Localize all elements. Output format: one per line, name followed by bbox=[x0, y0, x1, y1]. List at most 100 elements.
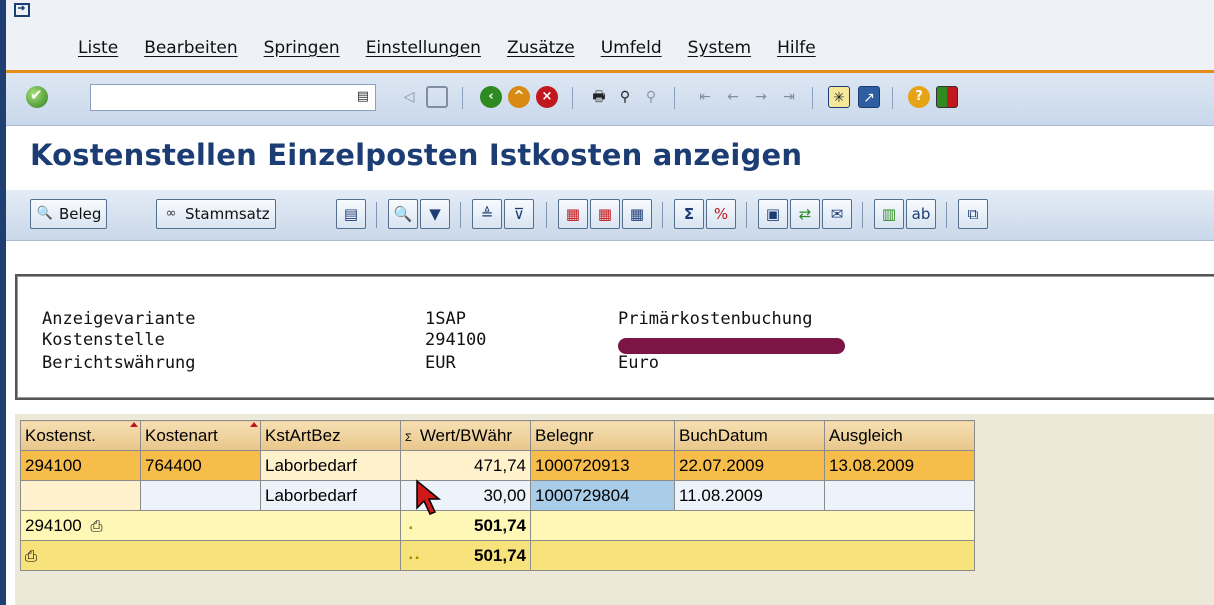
menu-system[interactable]: System bbox=[688, 38, 751, 58]
menu-umfeld[interactable]: Umfeld bbox=[601, 38, 662, 58]
cell-kostenart[interactable] bbox=[140, 480, 261, 511]
header-code-currency: EUR bbox=[425, 353, 456, 373]
sum-marker: Σ bbox=[405, 431, 412, 444]
column-header-ausgleich[interactable]: Ausgleich bbox=[824, 420, 975, 451]
cell-belegnr[interactable]: 1000729804 bbox=[530, 480, 675, 511]
magnifier-icon: 🔍 bbox=[36, 206, 54, 221]
save-layout-icon[interactable]: ▦ bbox=[622, 199, 652, 229]
word-processor-icon[interactable]: ab bbox=[906, 199, 936, 229]
table-row[interactable]: Laborbedarf 30,00 1000729804 11.08.2009 bbox=[20, 480, 975, 511]
cell-kstartbez[interactable]: Laborbedarf bbox=[260, 450, 401, 481]
choose-icon[interactable]: 🔍 bbox=[388, 199, 418, 229]
cell-kostenart[interactable]: 764400 bbox=[140, 450, 261, 481]
layout-icon[interactable] bbox=[936, 86, 958, 108]
beleg-label: Beleg bbox=[59, 205, 102, 223]
history-icon[interactable]: ▤ bbox=[357, 89, 369, 104]
last-page-icon[interactable]: ⇥ bbox=[778, 86, 800, 108]
save-icon[interactable] bbox=[426, 86, 448, 108]
enter-icon[interactable] bbox=[26, 86, 48, 108]
cell-kostenst[interactable]: 294100 bbox=[20, 450, 141, 481]
total-label-cell[interactable]: ⎙ bbox=[20, 540, 401, 571]
column-header-kostenart[interactable]: Kostenart bbox=[140, 420, 261, 451]
command-field[interactable]: ▤ bbox=[90, 84, 376, 111]
column-header-buchdatum[interactable]: BuchDatum bbox=[674, 420, 825, 451]
menu-icon[interactable] bbox=[14, 2, 30, 18]
column-header-kstartbez[interactable]: KstArtBez bbox=[260, 420, 401, 451]
menu-bar: Liste Bearbeiten Springen Einstellungen … bbox=[6, 0, 1214, 72]
subtotal-empty-cell bbox=[530, 510, 975, 541]
menu-bearbeiten[interactable]: Bearbeiten bbox=[144, 38, 237, 58]
shortcut-icon[interactable]: ↗ bbox=[858, 86, 880, 108]
stammsatz-label: Stammsatz bbox=[185, 205, 270, 223]
subtotal-value: 501,74 bbox=[474, 515, 526, 535]
cell-kostenst[interactable] bbox=[20, 480, 141, 511]
subtotal-icon[interactable]: % bbox=[706, 199, 736, 229]
menu-liste[interactable]: Liste bbox=[78, 38, 118, 58]
toolbar-separator bbox=[572, 87, 573, 109]
column-header-kostenst[interactable]: Kostenst. bbox=[20, 420, 141, 451]
menu-hilfe[interactable]: Hilfe bbox=[777, 38, 816, 58]
menu-springen[interactable]: Springen bbox=[264, 38, 340, 58]
redaction-mark bbox=[618, 338, 845, 354]
toolbar-separator bbox=[674, 87, 675, 109]
detail-icon[interactable]: ▤ bbox=[336, 199, 366, 229]
cell-ausgleich[interactable]: 13.08.2009 bbox=[824, 450, 975, 481]
header-desc-currency: Euro bbox=[618, 353, 659, 373]
cell-buchdatum[interactable]: 22.07.2009 bbox=[674, 450, 825, 481]
subtotal-label: 294100 bbox=[25, 515, 82, 535]
cell-wert[interactable]: 471,74 bbox=[400, 450, 531, 481]
page-title: Kostenstellen Einzelposten Istkosten anz… bbox=[30, 138, 803, 172]
filter-icon[interactable]: ▼ bbox=[420, 199, 450, 229]
toolbar-separator bbox=[946, 202, 947, 228]
toolbar-separator bbox=[376, 202, 377, 228]
menu-einstellungen[interactable]: Einstellungen bbox=[366, 38, 481, 58]
back-icon[interactable]: ‹ bbox=[480, 86, 502, 108]
column-header-wert[interactable]: Σ Wert/BWähr bbox=[400, 420, 531, 451]
first-page-icon[interactable]: ⇤ bbox=[694, 86, 716, 108]
header-label-variant: Anzeigevariante bbox=[42, 309, 196, 329]
new-session-icon[interactable]: ✳ bbox=[828, 86, 850, 108]
column-header-belegnr[interactable]: Belegnr bbox=[530, 420, 675, 451]
header-label-currency: Berichtswährung bbox=[42, 353, 196, 373]
table-header-row: Kostenst. Kostenart KstArtBez Σ Wert/BWäh… bbox=[20, 420, 975, 451]
application-toolbar: 🔍 Beleg ∞ Stammsatz ▤ 🔍 ▼ ≜ ⊽ ▦ ▦ ▦ Σ % … bbox=[6, 190, 1214, 241]
total-row[interactable]: ⎙ ▪ ▪ 501,74 bbox=[20, 540, 975, 571]
toolbar-separator bbox=[812, 87, 813, 109]
stammsatz-button[interactable]: ∞ Stammsatz bbox=[156, 199, 276, 229]
cell-belegnr[interactable]: 1000720913 bbox=[530, 450, 675, 481]
subtotal-label-cell[interactable]: 294100 ⎙ bbox=[20, 510, 401, 541]
help-icon[interactable]: ? bbox=[908, 86, 930, 108]
toolbar-separator bbox=[462, 87, 463, 109]
sum-icon[interactable]: Σ bbox=[674, 199, 704, 229]
exit-icon[interactable]: ^ bbox=[508, 86, 530, 108]
prev-page-icon[interactable]: ← bbox=[722, 86, 744, 108]
subtotal-marker: ▪ bbox=[409, 522, 413, 534]
find-next-icon[interactable]: ⚲ bbox=[640, 86, 662, 108]
sort-descending-icon[interactable]: ⊽ bbox=[504, 199, 534, 229]
export-icon[interactable]: ⇄ bbox=[790, 199, 820, 229]
beleg-button[interactable]: 🔍 Beleg bbox=[30, 199, 108, 229]
subtotal-row[interactable]: 294100 ⎙ ▪ 501,74 bbox=[20, 510, 975, 541]
print-preview-icon[interactable]: ▣ bbox=[758, 199, 788, 229]
cancel-icon[interactable]: × bbox=[536, 86, 558, 108]
change-layout-icon[interactable]: ▦ bbox=[590, 199, 620, 229]
standard-toolbar: ▤ ◁ ‹ ^ × 🖶 ⚲ ⚲ ⇤ ← → ⇥ ✳ ↗ ? bbox=[6, 73, 1214, 126]
cell-ausgleich[interactable] bbox=[824, 480, 975, 511]
layout-grid-icon[interactable]: ▦ bbox=[558, 199, 588, 229]
table-row[interactable]: 294100 764400 Laborbedarf 471,74 1000720… bbox=[20, 450, 975, 481]
cell-buchdatum[interactable]: 11.08.2009 bbox=[674, 480, 825, 511]
header-code-variant: 1SAP bbox=[425, 309, 466, 329]
sort-ascending-icon[interactable]: ≜ bbox=[472, 199, 502, 229]
total-printer-icon[interactable]: ⎙ bbox=[25, 548, 37, 565]
cell-kstartbez[interactable]: Laborbedarf bbox=[260, 480, 401, 511]
subtotal-printer-icon[interactable]: ⎙ bbox=[90, 518, 102, 535]
find-icon[interactable]: ⚲ bbox=[614, 86, 636, 108]
header-desc-variant: Primärkostenbuchung bbox=[618, 309, 813, 329]
abc-analysis-icon[interactable]: ⧉ bbox=[958, 199, 988, 229]
spreadsheet-icon[interactable]: ▥ bbox=[874, 199, 904, 229]
print-icon[interactable]: 🖶 bbox=[588, 86, 610, 108]
mail-icon[interactable]: ✉ bbox=[822, 199, 852, 229]
menu-zusaetze[interactable]: Zusätze bbox=[507, 38, 575, 58]
triangle-left-icon[interactable]: ◁ bbox=[398, 86, 420, 108]
next-page-icon[interactable]: → bbox=[750, 86, 772, 108]
